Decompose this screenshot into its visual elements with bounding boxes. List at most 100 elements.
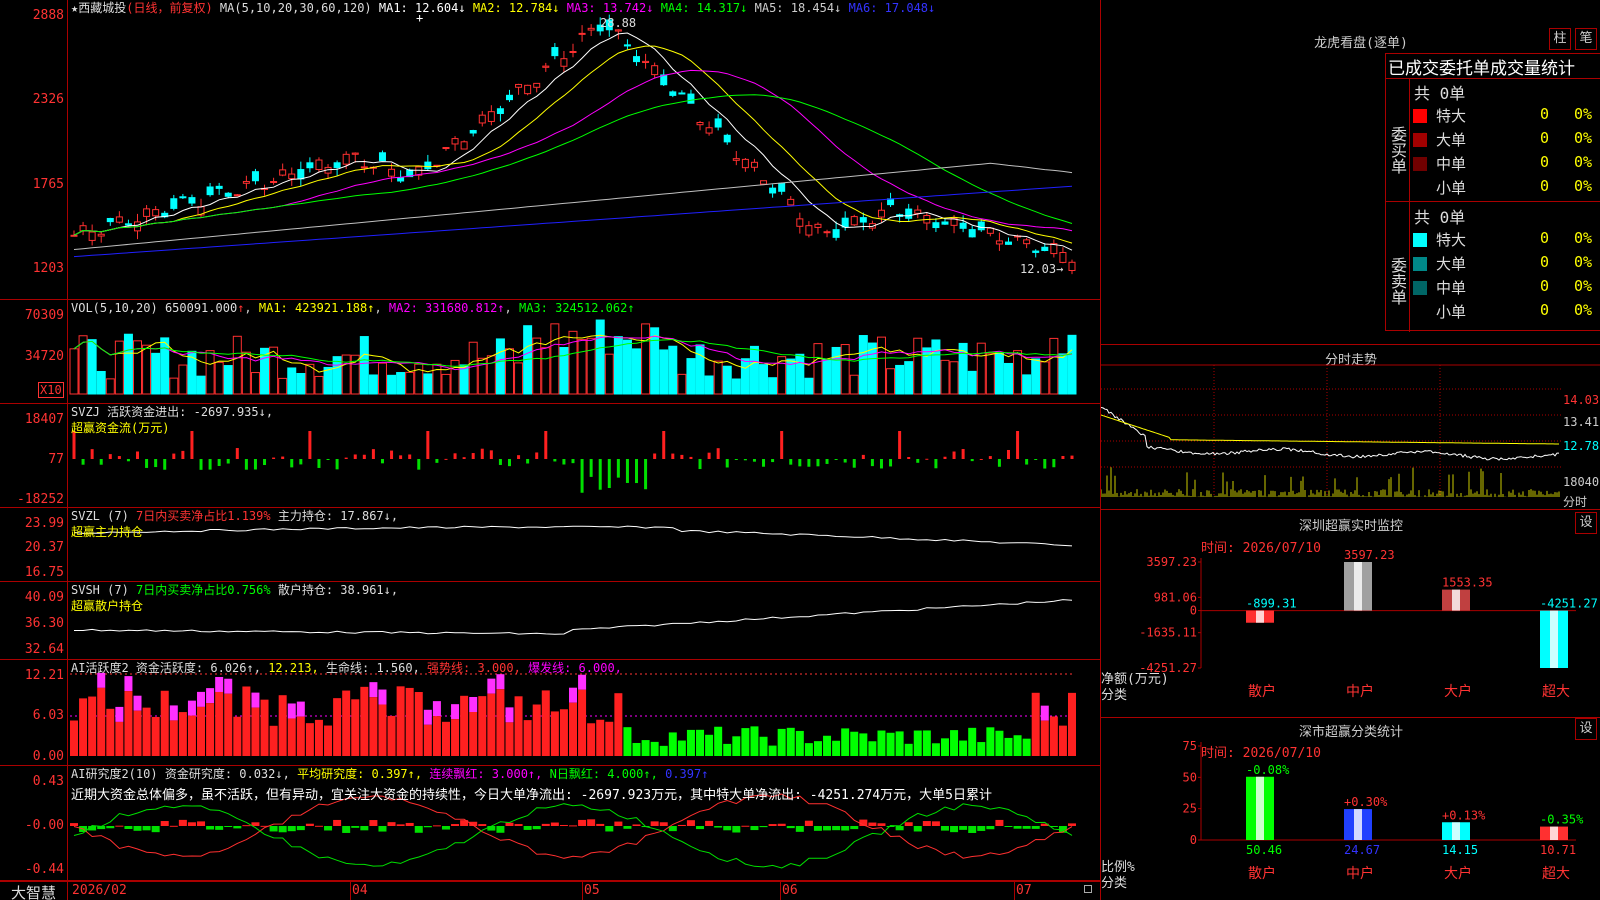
ai1-a: 资金活跃度: 6.026↑, [135, 661, 261, 675]
volume-bar [949, 361, 959, 395]
candle-body [905, 208, 913, 219]
flow-bar [290, 459, 294, 468]
volume-pane[interactable]: 70309 34720 X10 VOL(5,10,20) 650091.000↑… [0, 300, 1100, 404]
research-bar [187, 822, 196, 826]
ai-research-pane[interactable]: 0.43 -0.00 -0.44 AI研究度2(10) 资金研究度: 0.032… [0, 766, 1100, 881]
volume-bar [886, 368, 896, 395]
ai-bar [296, 716, 305, 756]
flow-bar [571, 459, 575, 464]
intraday-chart[interactable] [1101, 345, 1600, 510]
price-pane[interactable]: 2888 2326 1765 1203 + ★西藏城投(日线，前复权) MA(5… [0, 0, 1100, 300]
volume-bar [187, 350, 197, 395]
ai-bar [342, 690, 351, 756]
ai1-e: 爆发线: 6.000, [528, 661, 622, 675]
chart-change-label: +0.13% [1442, 808, 1486, 822]
price-chart[interactable]: + [0, 0, 1100, 300]
candle-body [333, 162, 341, 168]
research-bar [1022, 826, 1031, 829]
ai-bar [441, 721, 450, 756]
chart-bar-shine [1256, 610, 1264, 623]
volume-bar [332, 356, 342, 395]
flow-bar [961, 449, 965, 459]
cls-chart[interactable]: 75 50 25 0 50.46 -0.08% 散户 24.67 +0.30% 中户 14.15 +0… [1101, 718, 1600, 900]
research-bar [451, 824, 460, 826]
candle-body [97, 233, 105, 237]
ai-active-pane[interactable]: 12.21 6.03 0.00 AI活跃度2 资金活跃度: 6.026↑, 12… [0, 660, 1100, 766]
candle-body [487, 111, 495, 122]
flow-bar [471, 453, 475, 459]
ai-active-chart[interactable] [0, 660, 1100, 766]
order-color-swatch [1413, 157, 1427, 171]
ai-bar [931, 743, 940, 756]
flow-bar [453, 453, 457, 459]
flow-bar [616, 459, 620, 478]
volume-bar [214, 361, 224, 395]
flow-bar [553, 459, 557, 462]
volume-bar [768, 377, 778, 395]
research-bar [995, 819, 1004, 826]
ai-bar [333, 698, 342, 756]
flow-bar [816, 459, 820, 467]
ai-bar [414, 692, 423, 756]
volume-bar [641, 323, 651, 395]
intraday-section[interactable]: 分时走势 14.03 13.41 12.78 18040 分时 [1101, 345, 1600, 510]
volume-chart[interactable] [0, 300, 1100, 404]
tick-mode-button[interactable]: 笔 [1575, 28, 1597, 50]
research-bar [1013, 826, 1022, 829]
bar-mode-button[interactable]: 柱 [1549, 28, 1571, 50]
cls-xlabel: 分类 [1101, 876, 1128, 891]
volume-bar [368, 374, 378, 395]
candle-body [859, 217, 867, 223]
research-bar [950, 826, 959, 833]
ai-bar [106, 708, 115, 756]
volume-bar [87, 339, 97, 395]
svzj-pane[interactable]: 18407 77 -18252 SVZJ 活跃资金进出: -2697.935↓,… [0, 404, 1100, 508]
volume-bar [323, 366, 333, 395]
research-bar [432, 825, 441, 827]
lhb-title: 龙虎看盘(逐单) [1314, 36, 1408, 51]
sz-monitor-section[interactable]: 深圳超赢实时监控 设 时间: 2026/07/10 3597.23 981.06 0… [1101, 510, 1600, 718]
ai-bar [396, 686, 405, 756]
ai-bar [269, 725, 278, 756]
fs-tick: 12.78 [1563, 439, 1600, 453]
candle-body [143, 208, 151, 217]
research-bar [596, 823, 605, 826]
lock-icon[interactable] [1084, 885, 1092, 893]
candle-body [279, 169, 287, 176]
chart-bar-shine [1354, 809, 1362, 840]
volume-bar [858, 335, 868, 395]
ai-bar [705, 734, 714, 756]
volume-bar [595, 319, 605, 395]
ai-peak-bar [569, 687, 577, 703]
research-bar [478, 824, 487, 826]
ai-bar [70, 720, 78, 756]
order-percent: 0% [1574, 177, 1593, 195]
flow-bar [390, 450, 394, 459]
period-label[interactable]: (日线，前复权) [126, 1, 212, 15]
volume-bar [105, 378, 115, 395]
stock-title[interactable]: ★西藏城投 [71, 1, 126, 15]
ma2-value: MA2: 12.784↓ [472, 1, 560, 15]
research-bar [750, 826, 759, 831]
flow-bar [698, 459, 702, 470]
cls-section[interactable]: 深市超赢分类统计 设 时间: 2026/07/10 75 50 25 0 50.46 -0… [1101, 718, 1600, 900]
svzl-pane[interactable]: 23.99 20.37 16.75 SVZL (7) 7日内买卖净占比1.139… [0, 508, 1100, 582]
candle-body [1032, 250, 1040, 253]
ai-bar [505, 722, 514, 756]
ma1-value: MA1: 12.604↓ [378, 1, 466, 15]
ai1-d: 强势线: 3.000, [427, 661, 521, 675]
ai-bar [242, 686, 251, 756]
candle-body [188, 197, 196, 204]
ai-bar [142, 707, 151, 756]
sz-monitor-chart[interactable]: 3597.23 981.060 -1635.11 -4251.27 -899.31 散户 3… [1101, 510, 1600, 718]
order-label: 大单 [1436, 131, 1467, 149]
volume-bar [940, 359, 950, 395]
ai-bar [514, 696, 523, 756]
ai-peak-bar [469, 696, 478, 712]
volume-bar [541, 347, 551, 395]
order-color-swatch [1413, 133, 1427, 147]
svsh-pane[interactable]: 40.09 36.30 32.64 SVSH (7) 7日内买卖净占比0.756… [0, 582, 1100, 660]
vol-arrow: ↑ [237, 301, 245, 315]
candle-body [1041, 246, 1049, 251]
candle-body [478, 114, 486, 124]
